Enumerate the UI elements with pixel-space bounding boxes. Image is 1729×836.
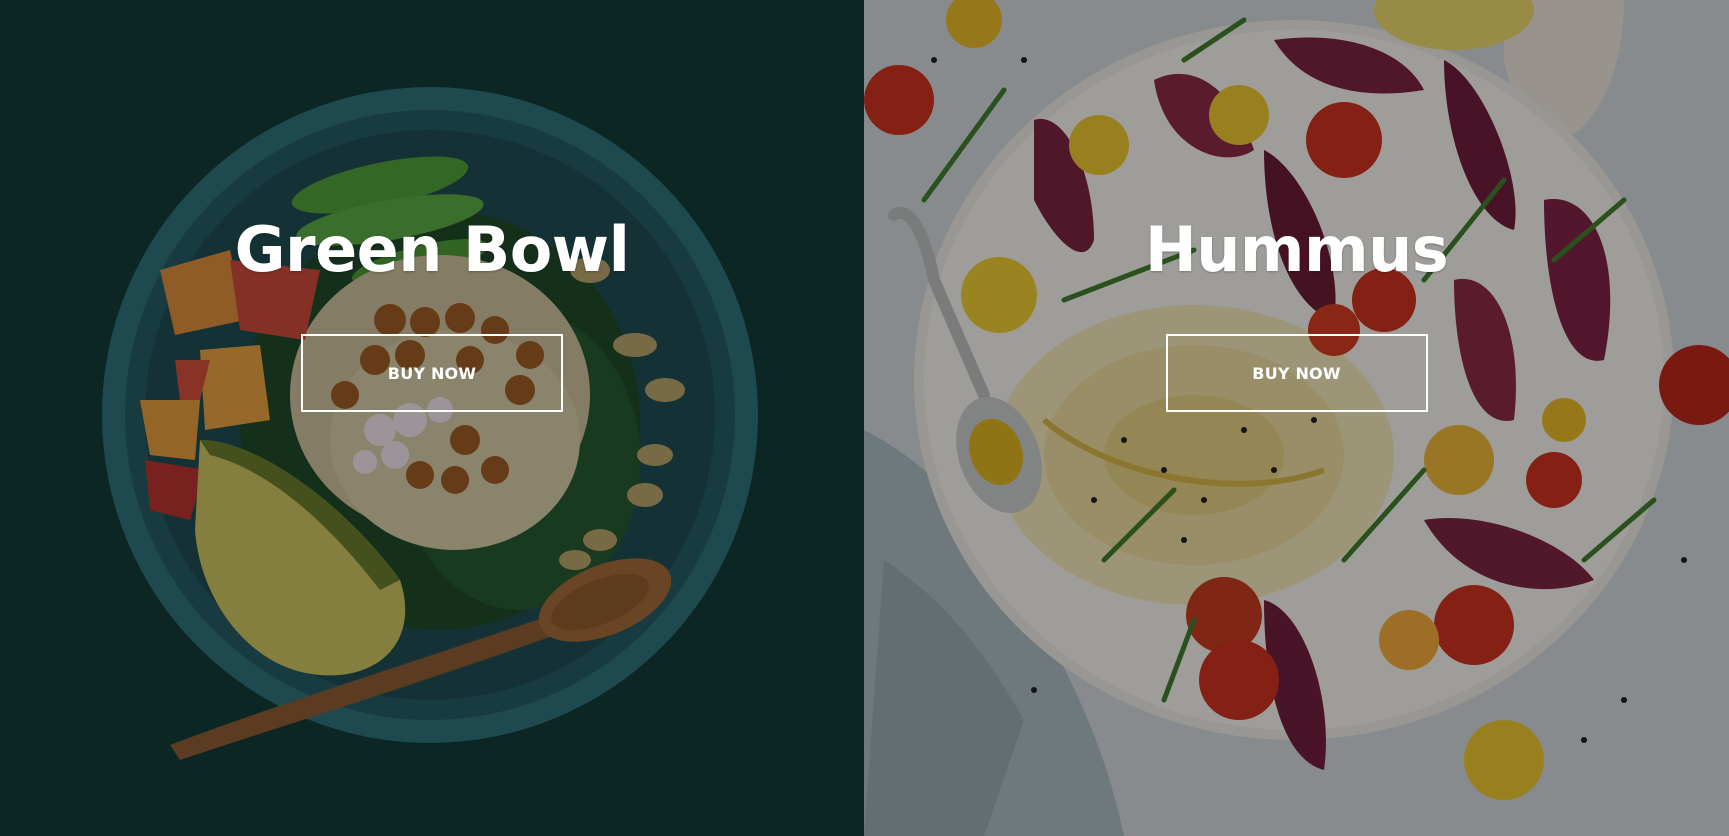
product-title: Green Bowl: [234, 213, 630, 287]
card-content: Green Bowl BUY NOW: [0, 0, 864, 836]
product-card-hummus: Hummus BUY NOW: [864, 0, 1729, 836]
product-grid: Green Bowl BUY NOW Hummus BUY NOW: [0, 0, 1729, 836]
buy-now-button[interactable]: BUY NOW: [301, 334, 563, 412]
product-title: Hummus: [1144, 213, 1449, 287]
card-content: Hummus BUY NOW: [864, 0, 1729, 836]
buy-now-button[interactable]: BUY NOW: [1165, 334, 1428, 412]
product-card-green-bowl: Green Bowl BUY NOW: [0, 0, 864, 836]
